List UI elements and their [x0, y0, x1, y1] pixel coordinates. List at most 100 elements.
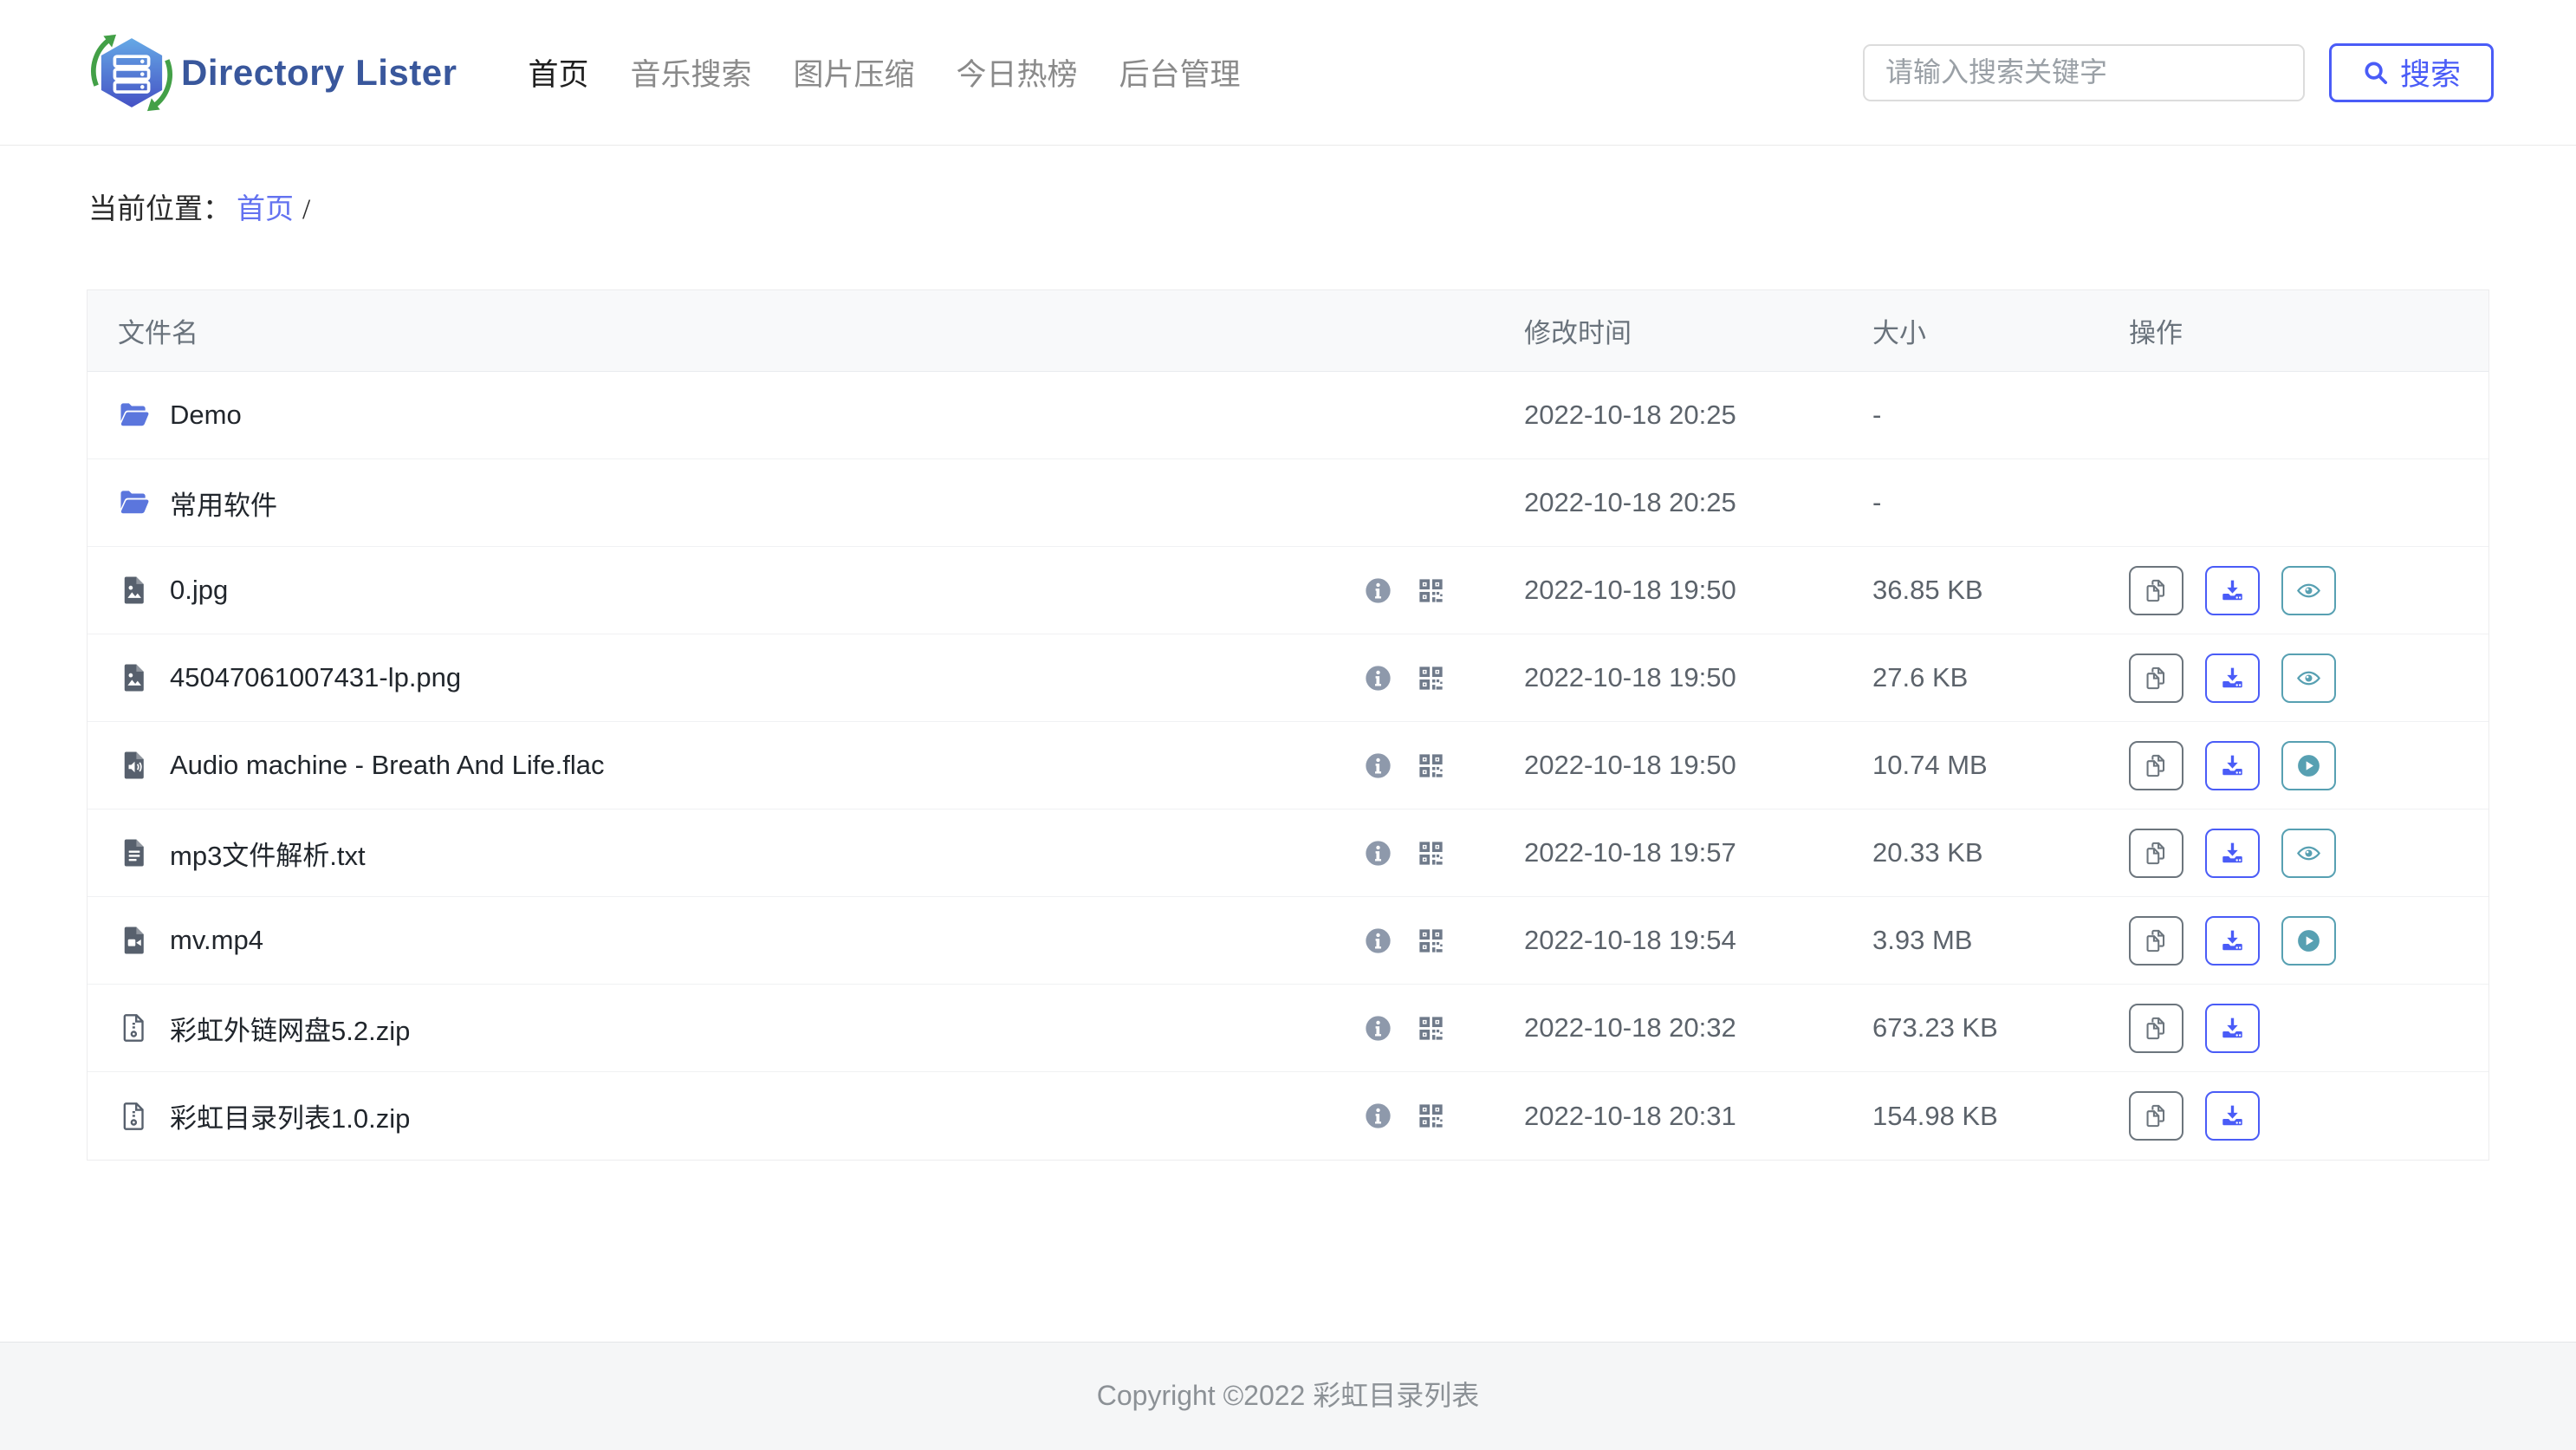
- breadcrumb: 当前位置： 首页 /: [88, 185, 2576, 229]
- modified-time: 2022-10-18 20:32: [1524, 1012, 1736, 1043]
- table-row: 0.jpg 2022-10-18 19:50 36.85 KB: [88, 547, 2488, 634]
- qrcode-icon[interactable]: [1416, 575, 1446, 606]
- header-actions: 操作: [2129, 318, 2183, 348]
- download-button[interactable]: [2205, 1091, 2260, 1141]
- folder-icon: [118, 399, 151, 432]
- qrcode-icon[interactable]: [1416, 1101, 1446, 1131]
- text-file-icon: [118, 836, 151, 869]
- nav-item-hot-list[interactable]: 今日热榜: [957, 50, 1078, 94]
- file-name-cell: 彩虹外链网盘5.2.zip: [88, 1009, 1524, 1048]
- info-icon[interactable]: [1363, 838, 1393, 868]
- qrcode-icon[interactable]: [1416, 751, 1446, 781]
- audio-file-icon: [118, 749, 151, 782]
- table-row: mv.mp4 2022-10-18 19:54 3.93 MB: [88, 897, 2488, 985]
- info-icon[interactable]: [1363, 663, 1393, 693]
- nav-item-home[interactable]: 首页: [528, 50, 588, 94]
- play-button[interactable]: [2281, 740, 2336, 790]
- row-actions: [2129, 565, 2488, 615]
- copy-button[interactable]: [2129, 653, 2183, 703]
- qrcode-icon[interactable]: [1416, 926, 1446, 956]
- file-name-link[interactable]: 彩虹目录列表1.0.zip: [170, 1096, 410, 1135]
- breadcrumb-home-link[interactable]: 首页: [237, 194, 294, 225]
- copy-button[interactable]: [2129, 915, 2183, 966]
- download-button[interactable]: [2205, 740, 2260, 790]
- table-body: Demo 2022-10-18 20:25 - 常用软件 2022-10-18 …: [88, 372, 2488, 1160]
- row-actions: [2129, 915, 2488, 966]
- search-box: 搜索: [1863, 42, 2494, 102]
- qrcode-icon[interactable]: [1416, 663, 1446, 693]
- page-footer: Copyright ©2022 彩虹目录列表: [0, 1342, 2576, 1450]
- info-icon[interactable]: [1363, 1101, 1393, 1131]
- preview-button[interactable]: [2281, 565, 2336, 615]
- modified-time: 2022-10-18 19:50: [1524, 575, 1736, 605]
- qrcode-icon[interactable]: [1416, 1013, 1446, 1044]
- modified-time: 2022-10-18 19:50: [1524, 662, 1736, 692]
- meta-icons: [1363, 1013, 1446, 1044]
- image-file-icon: [118, 661, 151, 694]
- file-size: -: [1872, 400, 1882, 430]
- folder-icon: [118, 486, 151, 519]
- table-row: 45047061007431-lp.png 2022-10-18 19:50 2…: [88, 634, 2488, 722]
- file-name-link[interactable]: Demo: [170, 400, 242, 431]
- file-size: 27.6 KB: [1872, 662, 1969, 692]
- play-button[interactable]: [2281, 915, 2336, 966]
- qrcode-icon[interactable]: [1416, 838, 1446, 868]
- file-name-cell: mp3文件解析.txt: [88, 834, 1524, 873]
- file-name-cell: Demo: [88, 399, 1524, 432]
- file-name-link[interactable]: Audio machine - Breath And Life.flac: [170, 750, 604, 781]
- search-input[interactable]: [1863, 43, 2305, 101]
- file-name-link[interactable]: mv.mp4: [170, 925, 263, 956]
- nav-item-admin[interactable]: 后台管理: [1119, 50, 1241, 94]
- file-name-link[interactable]: 常用软件: [170, 484, 277, 523]
- meta-icons: [1363, 751, 1446, 781]
- file-size: 20.33 KB: [1872, 837, 1983, 868]
- info-icon[interactable]: [1363, 1013, 1393, 1044]
- meta-icons: [1363, 926, 1446, 956]
- image-file-icon: [118, 574, 151, 607]
- download-button[interactable]: [2205, 1003, 2260, 1053]
- info-icon[interactable]: [1363, 751, 1393, 781]
- copy-button[interactable]: [2129, 565, 2183, 615]
- copy-button[interactable]: [2129, 1091, 2183, 1141]
- download-button[interactable]: [2205, 565, 2260, 615]
- download-button[interactable]: [2205, 828, 2260, 878]
- brand-logo[interactable]: Directory Lister: [89, 30, 457, 115]
- preview-button[interactable]: [2281, 653, 2336, 703]
- file-name-link[interactable]: mp3文件解析.txt: [170, 834, 366, 873]
- file-size: -: [1872, 487, 1882, 517]
- table-row: 彩虹外链网盘5.2.zip 2022-10-18 20:32 673.23 KB: [88, 985, 2488, 1072]
- preview-button[interactable]: [2281, 828, 2336, 878]
- search-button[interactable]: 搜索: [2329, 42, 2494, 102]
- info-icon[interactable]: [1363, 926, 1393, 956]
- file-name-cell: 45047061007431-lp.png: [88, 661, 1524, 694]
- copy-button[interactable]: [2129, 1003, 2183, 1053]
- file-name-link[interactable]: 45047061007431-lp.png: [170, 662, 461, 693]
- row-actions: [2129, 740, 2488, 790]
- file-name-link[interactable]: 彩虹外链网盘5.2.zip: [170, 1009, 410, 1048]
- copy-button[interactable]: [2129, 740, 2183, 790]
- file-size: 673.23 KB: [1872, 1012, 1998, 1043]
- file-name-link[interactable]: 0.jpg: [170, 575, 228, 606]
- file-name-cell: 0.jpg: [88, 574, 1524, 607]
- table-row: Audio machine - Breath And Life.flac 202…: [88, 722, 2488, 810]
- file-name-cell: 常用软件: [88, 484, 1524, 523]
- video-file-icon: [118, 924, 151, 957]
- download-button[interactable]: [2205, 653, 2260, 703]
- table-row: 常用软件 2022-10-18 20:25 -: [88, 459, 2488, 547]
- brand-name: Directory Lister: [181, 51, 457, 93]
- meta-icons: [1363, 663, 1446, 693]
- row-actions: [2129, 828, 2488, 878]
- row-actions: [2129, 1091, 2488, 1141]
- row-actions: [2129, 653, 2488, 703]
- download-button[interactable]: [2205, 915, 2260, 966]
- search-button-label: 搜索: [2399, 58, 2461, 92]
- breadcrumb-separator: /: [302, 194, 311, 225]
- copy-button[interactable]: [2129, 828, 2183, 878]
- file-size: 3.93 MB: [1872, 925, 1973, 955]
- nav-item-image-compress[interactable]: 图片压缩: [793, 50, 914, 94]
- breadcrumb-label: 当前位置：: [88, 194, 231, 225]
- header-file-name: 文件名: [118, 318, 198, 348]
- nav-item-music-search[interactable]: 音乐搜索: [630, 50, 751, 94]
- table-row: mp3文件解析.txt 2022-10-18 19:57 20.33 KB: [88, 810, 2488, 897]
- info-icon[interactable]: [1363, 575, 1393, 606]
